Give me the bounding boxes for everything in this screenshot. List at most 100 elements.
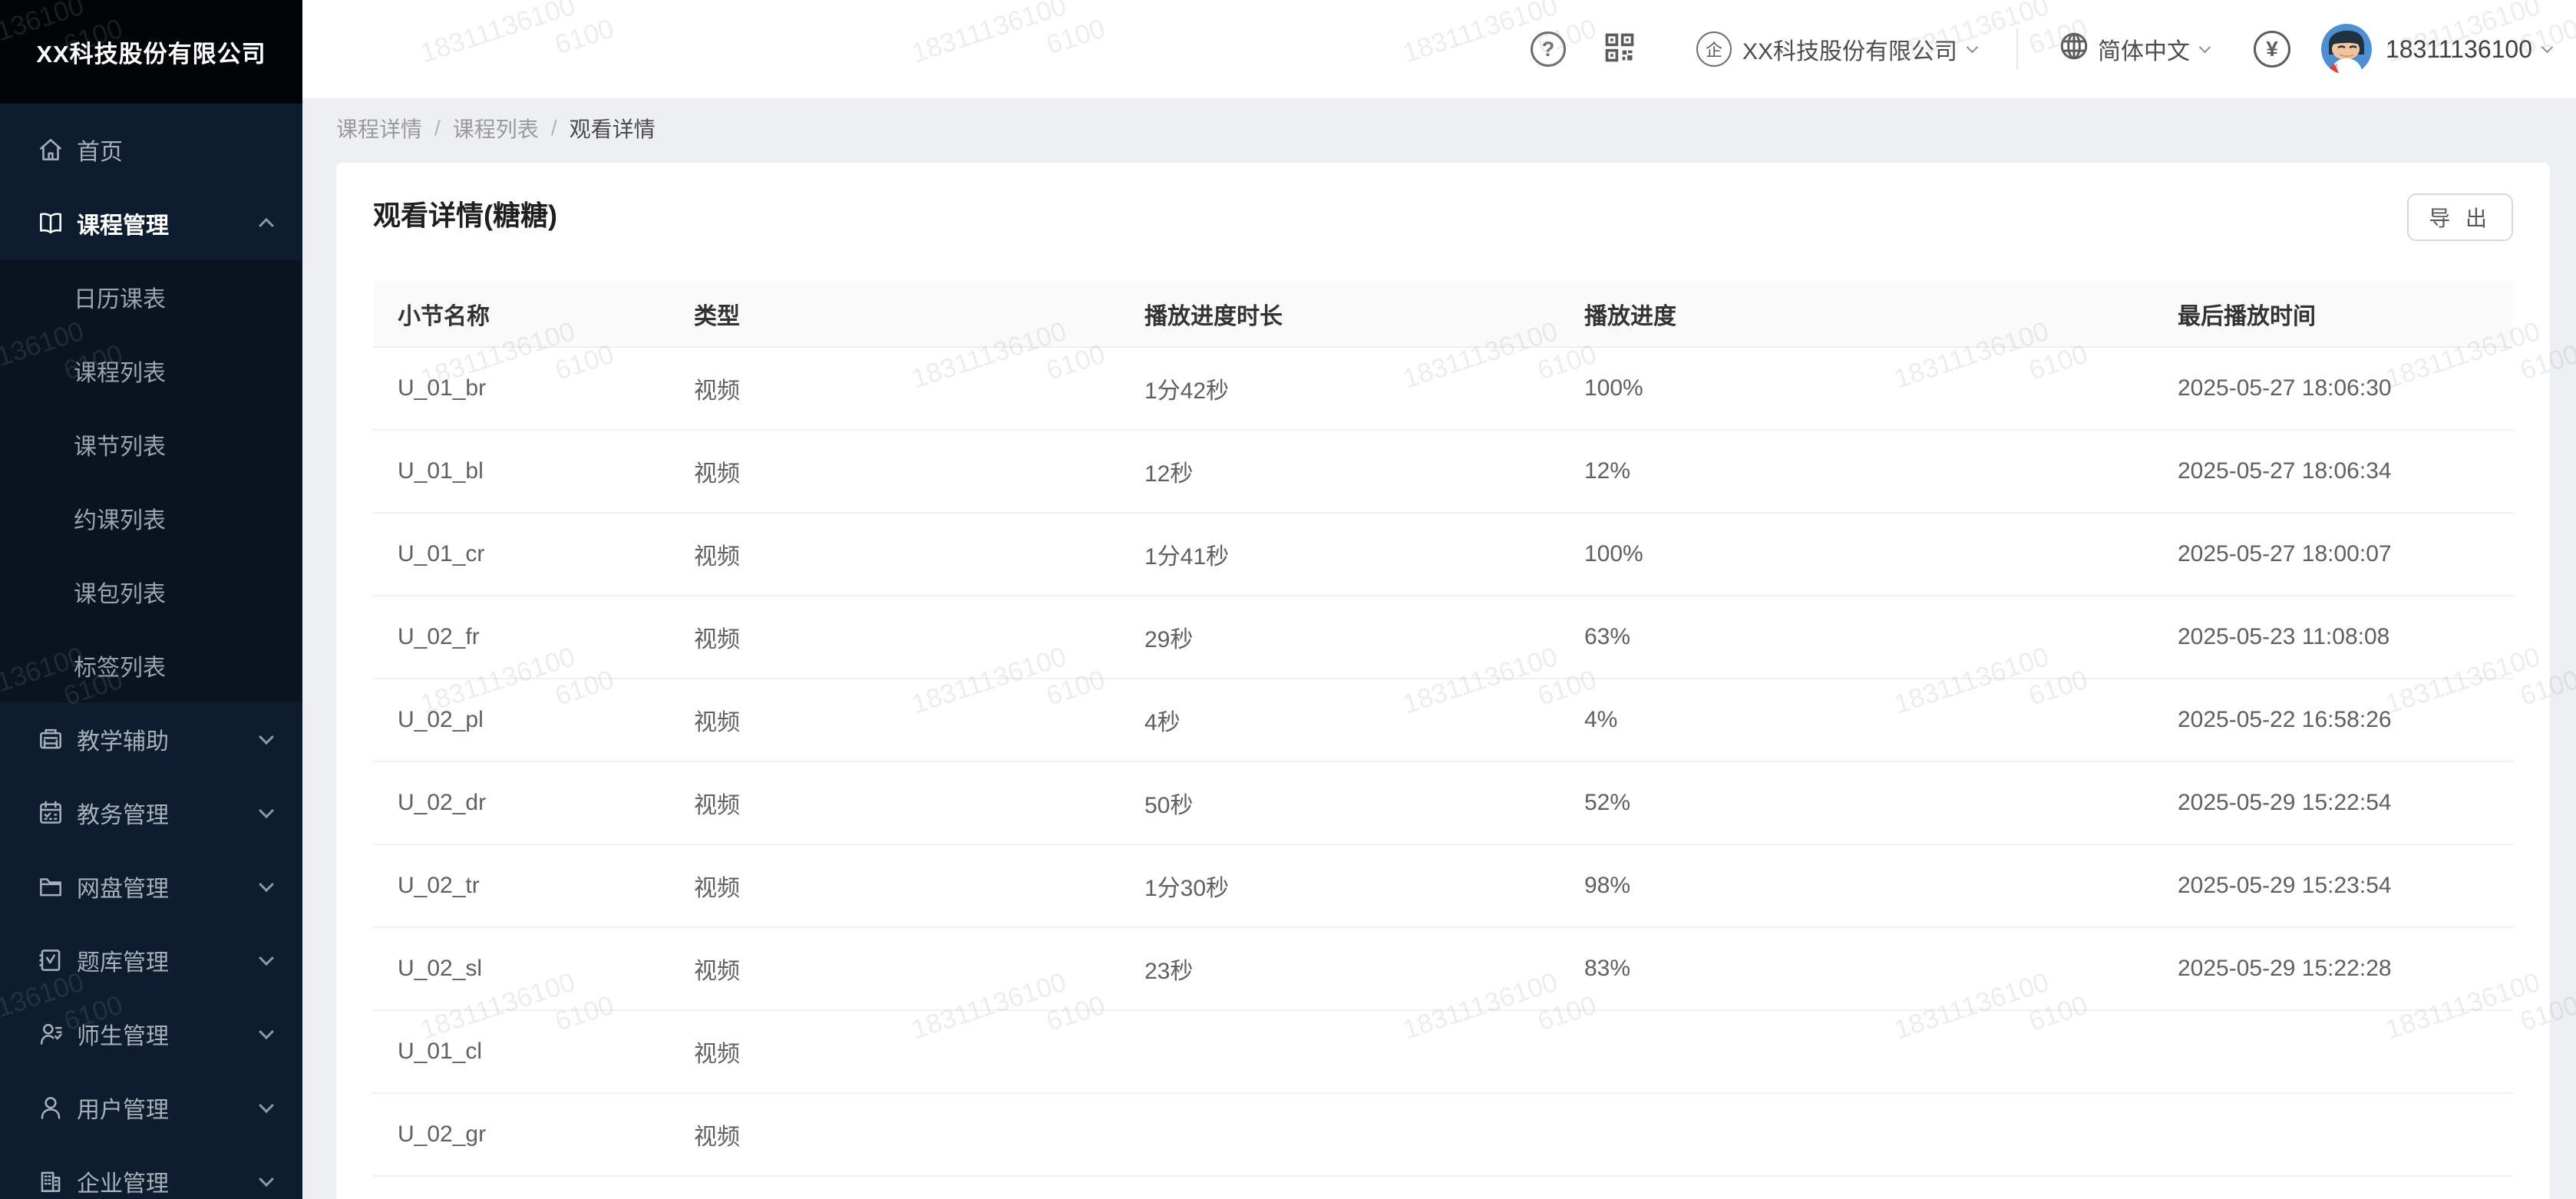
sidebar-subitem-calendar-schedule[interactable]: 日历课表 [0, 260, 302, 334]
submenu-course-mgmt: 日历课表课程列表课节列表约课列表课包列表标签列表 [0, 260, 302, 702]
cell-last_time: 2025-05-22 16:58:26 [2153, 679, 2513, 761]
cell-duration: 1分42秒 [1120, 347, 1560, 430]
cell-progress: 98% [1560, 844, 2153, 927]
language-label: 简体中文 [2098, 32, 2190, 66]
cell-type: 视频 [669, 347, 1120, 430]
sidebar-item-netdisk-mgmt[interactable]: 网盘管理 [0, 850, 302, 923]
sidebar: XX科技股份有限公司 首页课程管理日历课表课程列表课节列表约课列表课包列表标签列… [0, 0, 302, 1199]
user-menu[interactable]: 18311136100 [2386, 35, 2551, 64]
help-icon: ? [1531, 31, 1566, 67]
cell-name: U_01_cl [373, 1010, 669, 1093]
table-row: U_02_sl视频23秒83%2025-05-29 15:22:28 [373, 927, 2513, 1010]
user-lines-icon [35, 1019, 66, 1049]
enterprise-icon: 企 [1696, 31, 1732, 67]
sidebar-item-label: 课程管理 [77, 206, 261, 240]
table-row: U_02_dr视频50秒52%2025-05-29 15:22:54 [373, 761, 2513, 844]
sidebar-subitem-label: 课节列表 [74, 428, 272, 461]
book-icon [35, 208, 66, 239]
cell-duration: 29秒 [1120, 596, 1560, 679]
sidebar-item-teaching-aid[interactable]: 教学辅助 [0, 702, 302, 776]
company-logo: XX科技股份有限公司 [0, 0, 302, 104]
table-row: U_02_fr视频29秒63%2025-05-23 11:08:08 [373, 596, 2513, 679]
cell-progress: 83% [1560, 927, 2153, 1010]
cell-duration: 4秒 [1120, 679, 1560, 761]
column-header: 类型 [669, 281, 1120, 347]
qr-code-icon [1603, 31, 1636, 68]
sidebar-subitem-lesson-list[interactable]: 课节列表 [0, 408, 302, 481]
sidebar-item-course-mgmt[interactable]: 课程管理 [0, 187, 302, 260]
cell-progress: 100% [1560, 347, 2153, 430]
cell-last_time: 2025-05-23 11:08:08 [2153, 596, 2513, 679]
sidebar-item-label: 教务管理 [77, 796, 261, 830]
cell-name: U_01_br [373, 347, 669, 430]
cell-type: 视频 [669, 430, 1120, 513]
sidebar-subitem-label: 标签列表 [74, 649, 272, 682]
building-icon [35, 1166, 66, 1197]
breadcrumb-item: 观看详情 [570, 113, 656, 144]
cell-last_time [2153, 1093, 2513, 1176]
cell-type: 视频 [669, 679, 1120, 761]
sidebar-subitem-tag-list[interactable]: 标签列表 [0, 629, 302, 702]
table-row: U_01_bl视频12秒12%2025-05-27 18:06:34 [373, 430, 2513, 513]
help-button[interactable]: ? [1531, 31, 1566, 67]
cell-progress: 4% [1560, 679, 2153, 761]
cell-type: 视频 [669, 513, 1120, 596]
table-header-row: 小节名称类型播放进度时长播放进度最后播放时间 [373, 281, 2513, 347]
sidebar-item-academic-mgmt[interactable]: 教务管理 [0, 776, 302, 850]
chevron-down-icon [259, 950, 274, 966]
sidebar-item-enterprise-mgmt[interactable]: 企业管理 [0, 1144, 302, 1199]
folder-icon [35, 871, 66, 902]
table-row: U_02_pl视频4秒4%2025-05-22 16:58:26 [373, 679, 2513, 761]
cell-progress [1560, 1010, 2153, 1093]
cell-last_time: 2025-05-29 15:22:28 [2153, 927, 2513, 1010]
cell-last_time: 2025-05-27 18:06:30 [2153, 347, 2513, 430]
cell-last_time: 2025-05-29 15:23:54 [2153, 844, 2513, 927]
breadcrumb-item[interactable]: 课程详情 [336, 113, 422, 144]
app-root: XX科技股份有限公司 首页课程管理日历课表课程列表课节列表约课列表课包列表标签列… [0, 0, 2576, 1199]
cell-type: 视频 [669, 1010, 1120, 1093]
export-button[interactable]: 导 出 [2407, 193, 2513, 241]
sidebar-subitem-booking-list[interactable]: 约课列表 [0, 481, 302, 555]
cell-last_time: 2025-05-27 18:06:34 [2153, 430, 2513, 513]
chevron-down-icon [259, 803, 274, 818]
watch-detail-table: 小节名称类型播放进度时长播放进度最后播放时间 U_01_br视频1分42秒100… [373, 281, 2513, 1177]
chevron-down-icon [1967, 41, 1979, 53]
breadcrumb: 课程详情/课程列表/观看详情 [302, 98, 2576, 158]
page-title: 观看详情(糖糖) [373, 193, 2513, 233]
language-selector[interactable]: 简体中文 [2058, 30, 2209, 68]
table-row: U_01_br视频1分42秒100%2025-05-27 18:06:30 [373, 347, 2513, 430]
cell-name: U_02_pl [373, 679, 669, 761]
user-avatar[interactable] [2321, 24, 2372, 74]
sidebar-item-home[interactable]: 首页 [0, 113, 302, 187]
column-header: 最后播放时间 [2153, 281, 2513, 347]
sidebar-item-user-mgmt[interactable]: 用户管理 [0, 1071, 302, 1144]
column-header: 播放进度 [1560, 281, 2153, 347]
currency-button[interactable]: ¥ [2254, 31, 2290, 68]
globe-icon [2058, 30, 2098, 68]
chevron-down-icon [259, 1024, 274, 1039]
sidebar-subitem-course-list[interactable]: 课程列表 [0, 334, 302, 408]
calendar-check-icon [35, 798, 66, 828]
cell-duration: 23秒 [1120, 927, 1560, 1010]
topbar: ? 企 XX科技股份有限 [302, 0, 2576, 98]
cell-last_time: 2025-05-27 18:00:07 [2153, 513, 2513, 596]
sidebar-subitem-course-package-list[interactable]: 课包列表 [0, 555, 302, 629]
sidebar-item-label: 网盘管理 [77, 870, 261, 903]
qr-code-button[interactable] [1603, 31, 1636, 68]
cell-progress: 52% [1560, 761, 2153, 844]
chevron-down-icon [259, 729, 274, 745]
sidebar-subitem-label: 日历课表 [74, 280, 272, 314]
sidebar-item-label: 企业管理 [77, 1164, 261, 1198]
cell-name: U_02_gr [373, 1093, 669, 1176]
table-row: U_02_gr视频 [373, 1093, 2513, 1176]
cell-progress: 63% [1560, 596, 2153, 679]
sidebar-item-question-bank-mgmt[interactable]: 题库管理 [0, 923, 302, 997]
cell-type: 视频 [669, 761, 1120, 844]
cell-progress: 12% [1560, 430, 2153, 513]
sidebar-item-label: 题库管理 [77, 943, 261, 977]
sidebar-item-teacher-student-mgmt[interactable]: 师生管理 [0, 997, 302, 1071]
chevron-down-icon [2541, 41, 2554, 53]
enterprise-switcher[interactable]: 企 XX科技股份有限公司 [1696, 31, 1977, 67]
breadcrumb-item[interactable]: 课程列表 [453, 113, 539, 144]
notebook-icon [35, 945, 66, 976]
